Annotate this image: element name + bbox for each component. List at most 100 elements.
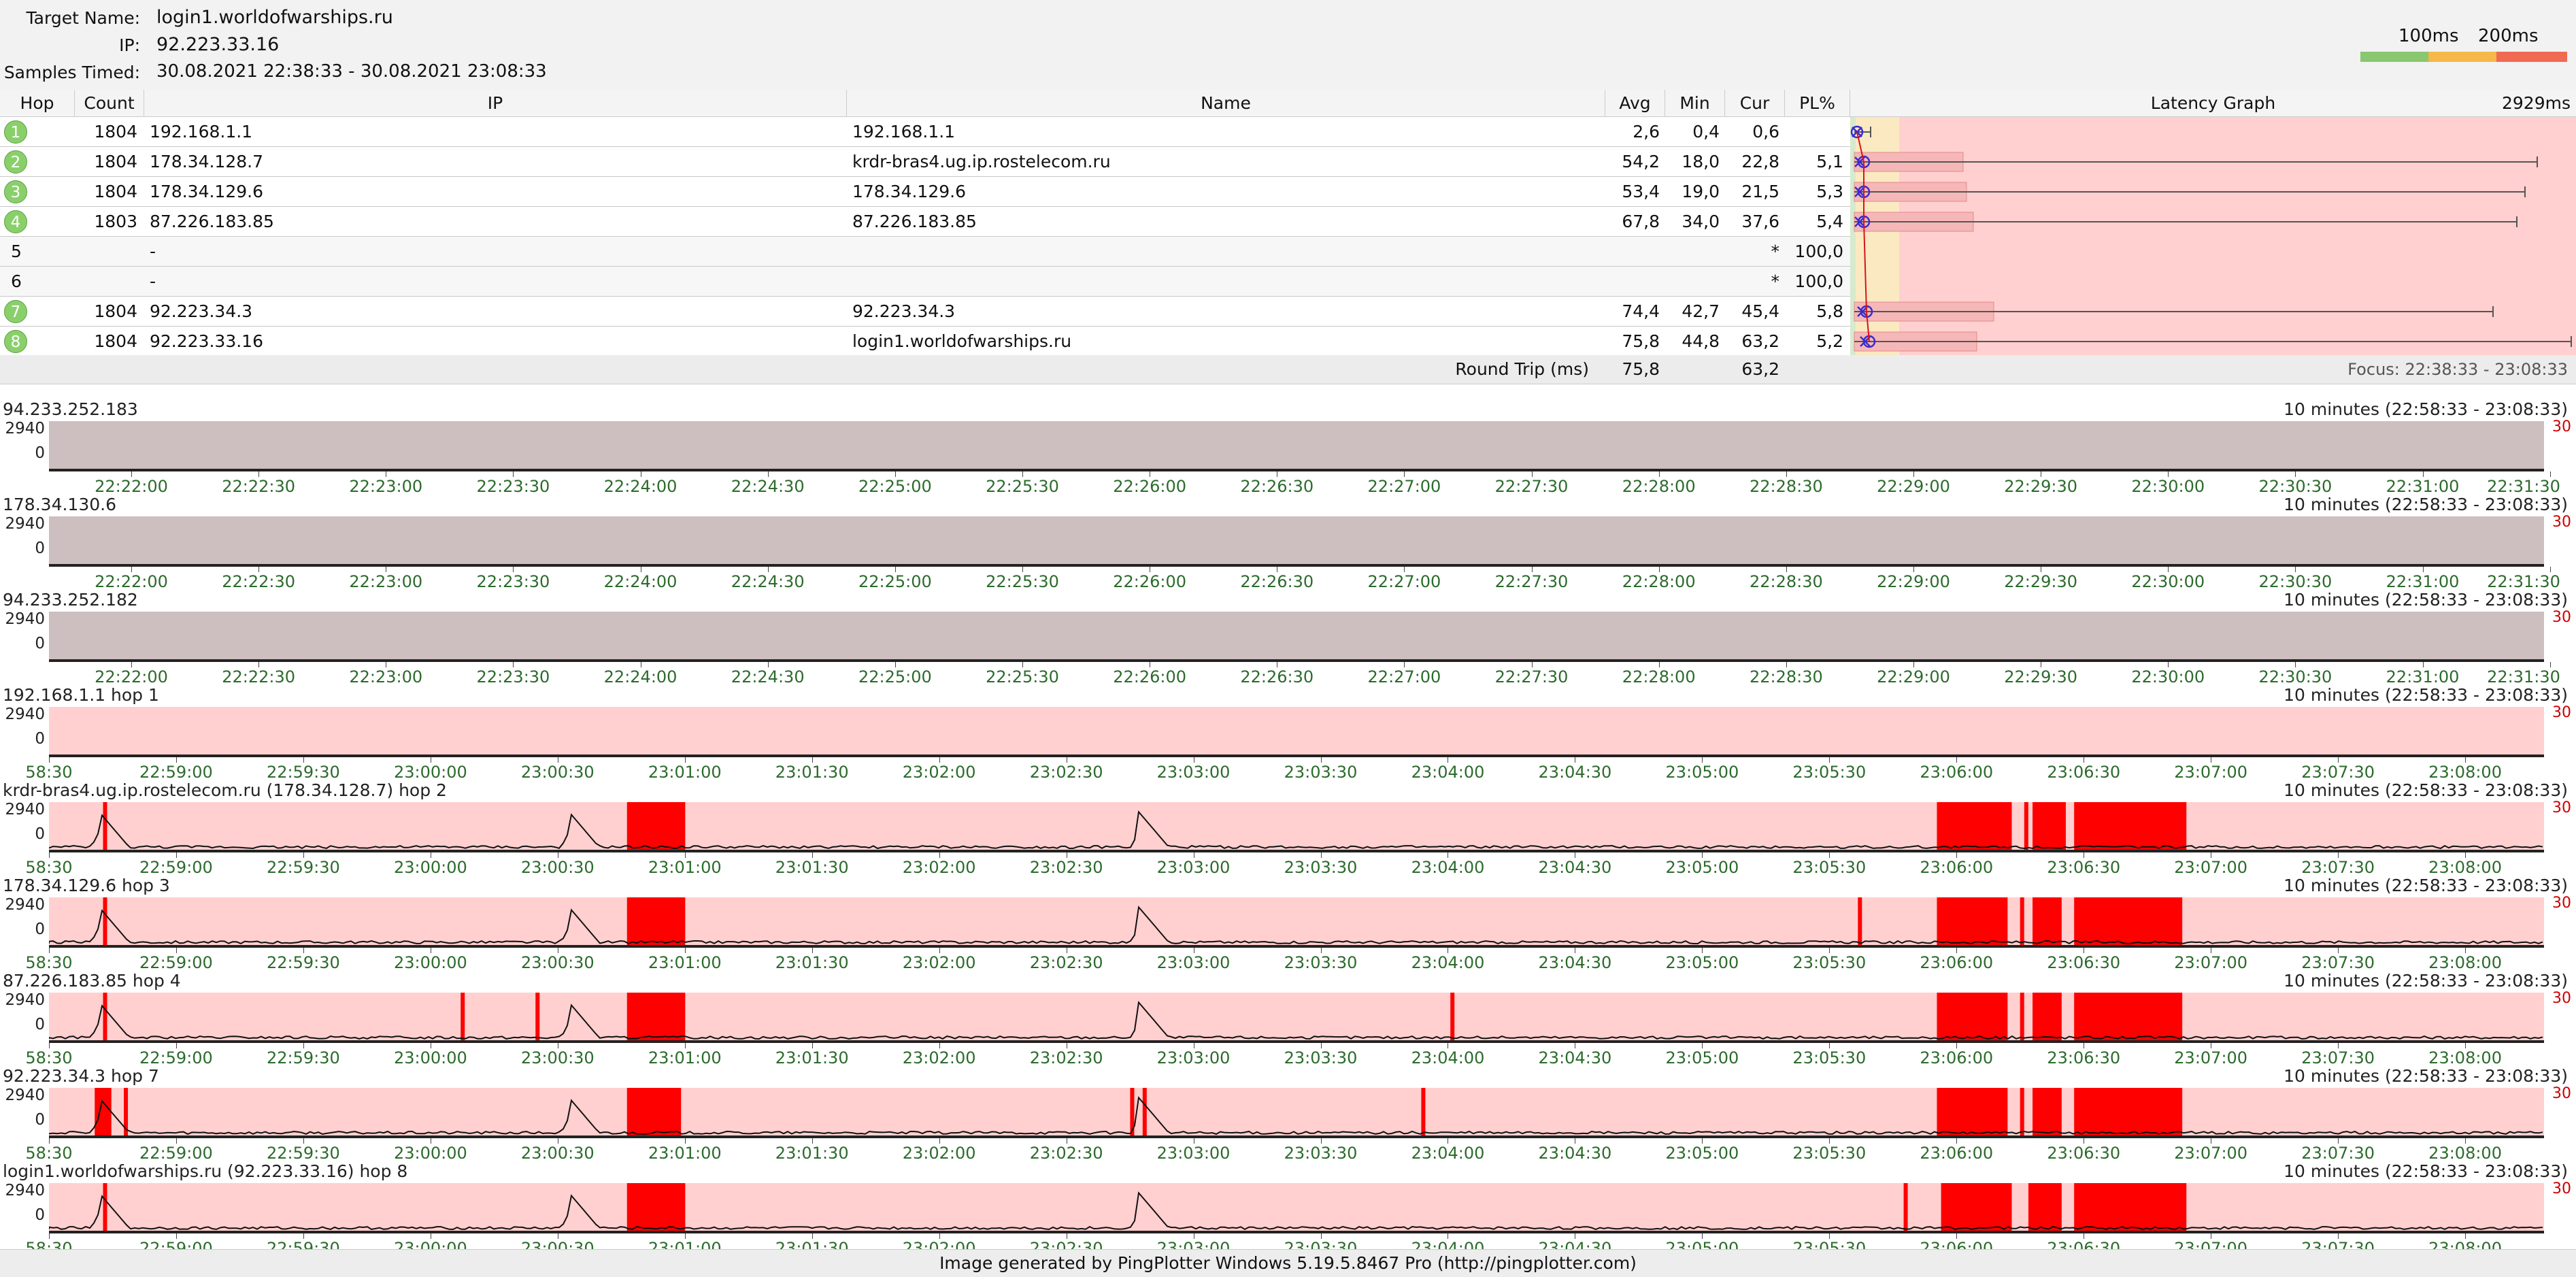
- packet-loss-mark: [2074, 897, 2183, 945]
- x-tick: [1786, 567, 1787, 572]
- x-tick: [2338, 1233, 2339, 1239]
- graph-title: login1.worldofwarships.ru (92.223.33.16)…: [3, 1161, 408, 1181]
- x-tick: [1658, 662, 1660, 667]
- hop-timeline-graph[interactable]: 178.34.130.6 10 minutes (22:58:33 - 23:08…: [0, 493, 2576, 591]
- x-tick: [812, 1233, 813, 1239]
- x-tick: [1913, 662, 1914, 667]
- hop-ip: 92.223.33.16: [150, 331, 263, 351]
- graph-plot-area: [49, 993, 2544, 1040]
- graph-y-min: 0: [35, 1111, 45, 1129]
- round-trip-cur: 63,2: [1741, 359, 1779, 379]
- round-trip-row: Round Trip (ms) 75,8 63,2 Focus: 22:38:3…: [0, 355, 2576, 384]
- hop-ip: 178.34.128.7: [150, 152, 263, 171]
- hop-cur: *: [1771, 271, 1780, 291]
- packet-loss-mark: [2020, 897, 2024, 945]
- col-avg-header[interactable]: Avg: [1605, 90, 1665, 117]
- x-tick: [1320, 1043, 1322, 1048]
- graph-range: 10 minutes (22:58:33 - 23:08:33): [2284, 1161, 2568, 1181]
- hop-count: 1804: [94, 152, 137, 171]
- hop-number: 5: [11, 242, 22, 261]
- col-cur-header[interactable]: Cur: [1725, 90, 1785, 117]
- hop-timeline-graph[interactable]: 192.168.1.1 hop 1 10 minutes (22:58:33 - …: [0, 684, 2576, 782]
- x-tick: [1404, 662, 1405, 667]
- x-tick: [1404, 567, 1405, 572]
- packet-loss-mark: [1937, 897, 2008, 945]
- hop-avg: [1605, 237, 1660, 267]
- hop-cur: 0,6: [1752, 122, 1779, 142]
- graph-title: 178.34.130.6: [3, 495, 116, 514]
- graph-background: [49, 421, 2544, 469]
- graph-y-max: 2940: [5, 896, 45, 914]
- hop-ip: 192.168.1.1: [150, 122, 253, 142]
- col-count-header[interactable]: Count: [75, 90, 144, 117]
- x-tick: [1956, 757, 1958, 763]
- x-tick: [131, 567, 132, 572]
- hop-row[interactable]: 6 - * 100,0: [0, 267, 1850, 297]
- x-tick: [1956, 948, 1958, 953]
- samples-timed-label: Samples Timed:: [3, 63, 140, 82]
- hop-cur: 45,4: [1741, 301, 1779, 321]
- hop-row[interactable]: 2 1804 178.34.128.7 krdr-bras4.ug.ip.rostel…: [0, 147, 1850, 177]
- graph-y-max: 2940: [5, 801, 45, 818]
- hop-timeline-graph[interactable]: krdr-bras4.ug.ip.rostelecom.ru (178.34.1…: [0, 779, 2576, 877]
- x-tick: [2465, 1138, 2466, 1144]
- x-tick: [1829, 948, 1830, 953]
- graph-y-right: 30: [2552, 418, 2571, 435]
- hop-timeline-graph[interactable]: 94.233.252.183 10 minutes (22:58:33 - 23:…: [0, 398, 2576, 496]
- graph-y-max: 2940: [5, 420, 45, 437]
- hop-timeline-graph[interactable]: 87.226.183.85 hop 4 10 minutes (22:58:33 …: [0, 969, 2576, 1067]
- hop-row[interactable]: 3 1804 178.34.129.6 178.34.129.6 53,4 19,0 21,…: [0, 177, 1850, 207]
- hop-number-badge: 3: [4, 180, 27, 203]
- hop-pl: 5,8: [1816, 301, 1843, 321]
- hop-name: krdr-bras4.ug.ip.rostelecom.ru: [852, 152, 1111, 171]
- hop-timeline-graph[interactable]: login1.worldofwarships.ru (92.223.33.16)…: [0, 1160, 2576, 1258]
- hop-count: 1804: [94, 301, 137, 321]
- target-name-label: Target Name:: [26, 8, 140, 28]
- col-latency-graph-header[interactable]: Latency Graph 2929ms: [1850, 90, 2576, 117]
- graph-range: 10 minutes (22:58:33 - 23:08:33): [2284, 780, 2568, 800]
- hop-number-badge: 1: [4, 120, 27, 144]
- hop-cur: 21,5: [1741, 182, 1779, 201]
- col-ip-header[interactable]: IP: [144, 90, 847, 117]
- hop-timeline-graph[interactable]: 178.34.129.6 hop 3 10 minutes (22:58:33 -…: [0, 874, 2576, 972]
- ip-label: IP:: [119, 35, 140, 55]
- hop-pl: 5,1: [1816, 152, 1843, 171]
- packet-loss-mark: [2024, 802, 2028, 850]
- x-tick: [303, 757, 304, 763]
- graph-range: 10 minutes (22:58:33 - 23:08:33): [2284, 685, 2568, 705]
- hop-row[interactable]: 1 1804 192.168.1.1 192.168.1.1 2,6 0,4 0,6: [0, 117, 1850, 147]
- target-name-value: login1.worldofwarships.ru: [156, 7, 393, 28]
- col-pl-header[interactable]: PL%: [1785, 90, 1850, 117]
- packet-loss-mark: [1903, 1183, 1908, 1231]
- hop-row[interactable]: 5 - * 100,0: [0, 237, 1850, 267]
- x-tick: [2295, 567, 2296, 572]
- col-name-header[interactable]: Name: [847, 90, 1605, 117]
- hop-timeline-graph[interactable]: 94.233.252.182 10 minutes (22:58:33 - 23:…: [0, 588, 2576, 686]
- hop-avg: 2,6: [1633, 122, 1660, 142]
- x-tick: [767, 471, 769, 477]
- x-tick: [767, 567, 769, 572]
- x-tick: [1320, 1138, 1322, 1144]
- x-tick: [1022, 662, 1023, 667]
- hop-row[interactable]: 4 1803 87.226.183.85 87.226.183.85 67,8 34,0 3…: [0, 207, 1850, 237]
- packet-loss-mark: [1941, 1183, 2012, 1231]
- packet-loss-mark: [626, 993, 686, 1040]
- graph-range: 10 minutes (22:58:33 - 23:08:33): [2284, 590, 2568, 610]
- x-tick: [767, 662, 769, 667]
- hop-row[interactable]: 7 1804 92.223.34.3 92.223.34.3 74,4 42,7 45,4 5…: [0, 297, 1850, 327]
- hop-row[interactable]: 8 1804 92.223.33.16 login1.worldofwarships.…: [0, 327, 1850, 356]
- hop-pl: 100,0: [1794, 271, 1843, 291]
- x-tick: [2168, 471, 2169, 477]
- x-tick: [2465, 1233, 2466, 1239]
- hop-timeline-graph[interactable]: 92.223.34.3 hop 7 10 minutes (22:58:33 - …: [0, 1065, 2576, 1163]
- x-tick: [1956, 1043, 1958, 1048]
- x-tick: [2168, 662, 2169, 667]
- legend-bad-swatch: [2496, 52, 2567, 62]
- packet-loss-mark: [103, 802, 107, 850]
- col-min-header[interactable]: Min: [1665, 90, 1725, 117]
- col-hop-header[interactable]: Hop: [0, 90, 75, 117]
- graph-range: 10 minutes (22:58:33 - 23:08:33): [2284, 495, 2568, 514]
- x-tick: [303, 1043, 304, 1048]
- packet-loss-mark: [1937, 802, 2012, 850]
- graph-y-max: 2940: [5, 706, 45, 723]
